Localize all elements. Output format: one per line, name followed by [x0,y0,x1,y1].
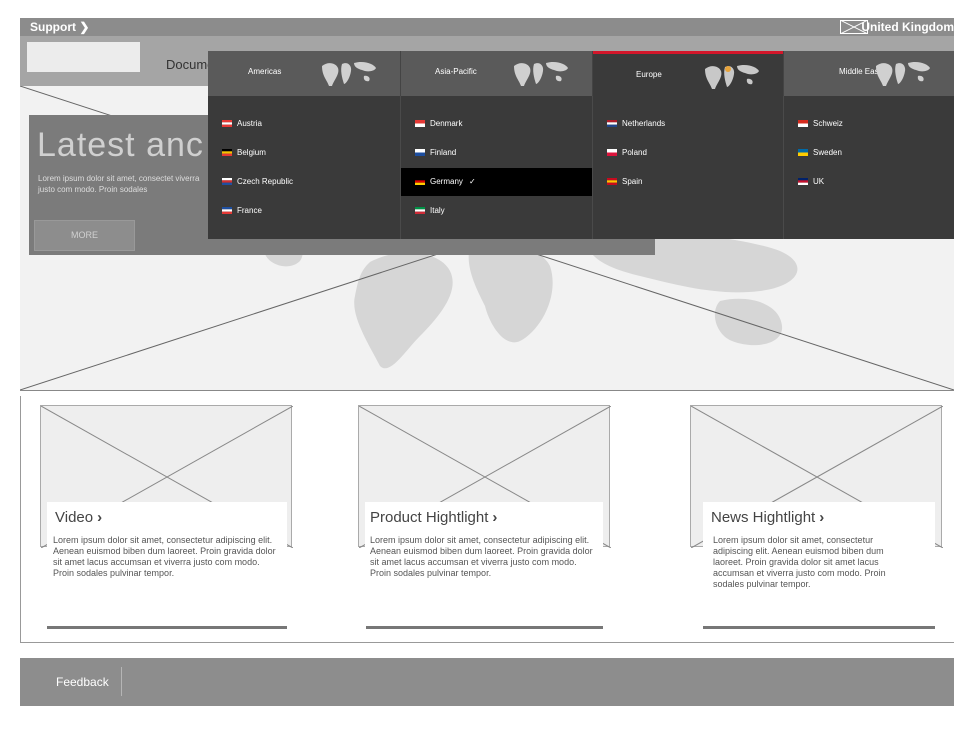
flag-icon [415,120,425,127]
country-label: Belgium [237,148,266,157]
country-label: France [237,206,262,215]
flag-icon [798,178,808,185]
top-bar [20,18,954,36]
check-icon: ✓ [469,177,476,186]
feedback-link[interactable]: Feedback [56,675,109,689]
world-map-icon [514,61,568,86]
country-item-poland[interactable]: Poland [593,139,783,167]
card-title: News Hightlight [711,509,816,526]
country-label: Denmark [430,119,463,128]
card-title-link[interactable]: Product Hightlight › [370,509,497,526]
flag-icon [798,149,808,156]
tab-asia-pacific[interactable]: Asia-Pacific [401,51,592,96]
flag-icon [415,149,425,156]
flag-icon [415,207,425,214]
country-label: Austria [237,119,262,128]
country-label: Italy [430,206,445,215]
flag-icon [222,178,232,185]
card-description: Lorem ipsum dolor sit amet, consectetur … [370,535,593,578]
card-title-link[interactable]: Video › [55,509,102,526]
country-label: Poland [622,148,647,157]
country-label: Czech Republic [237,177,294,186]
chevron-down-icon: ❯ [79,20,90,34]
card-title: Video [55,509,94,526]
country-item-germany[interactable]: Germany ✓ [401,168,592,196]
more-button[interactable]: MORE [34,220,135,251]
country-item-finland[interactable]: Finland [401,139,592,167]
flag-icon [222,149,232,156]
country-selector[interactable]: United Kingdom [861,20,954,34]
hero-title: Latest anc [37,126,204,164]
card-divider [366,626,603,629]
tab-divider [592,51,593,96]
card-title-link[interactable]: News Hightlight › [711,509,824,526]
card-description: Lorem ipsum dolor sit amet, consectetur … [713,535,886,589]
country-item-sweden[interactable]: Sweden [784,139,954,167]
country-item-uk[interactable]: UK [784,168,954,196]
card-divider [703,626,935,629]
country-item-france[interactable]: France [208,197,400,225]
card-title: Product Hightlight [370,509,489,526]
tab-americas[interactable]: Americas [208,51,400,96]
country-label: Netherlands [622,119,666,128]
card-description: Lorem ipsum dolor sit amet, consectetur … [53,535,276,578]
flag-icon [607,178,617,185]
world-map-icon [322,61,376,86]
card-divider [47,626,287,629]
country-label: Schweiz [813,119,843,128]
flag-icon [607,149,617,156]
country-item-czech-republic[interactable]: Czech Republic [208,168,400,196]
support-label: Support [30,20,76,34]
country-item-italy[interactable]: Italy [401,197,592,225]
chevron-right-icon: › [819,509,825,526]
flag-icon [222,120,232,127]
flag-icon [607,120,617,127]
tab-label: Americas [248,67,282,76]
world-map-icon [876,61,930,86]
tab-middle-east[interactable]: Middle East [784,51,954,96]
country-label: Sweden [813,148,842,157]
country-label: Spain [622,177,643,186]
flag-icon [415,178,425,185]
country-item-schweiz[interactable]: Schweiz [784,110,954,138]
footer [20,658,954,706]
country-label: Germany [430,177,463,186]
world-map-icon [705,64,759,89]
chevron-right-icon: › [492,509,498,526]
country-item-austria[interactable]: Austria [208,110,400,138]
chevron-right-icon: › [97,509,103,526]
tab-divider [783,51,784,96]
logo[interactable] [27,42,140,72]
country-item-netherlands[interactable]: Netherlands [593,110,783,138]
tab-label: Asia-Pacific [435,67,477,76]
flag-icon [798,120,808,127]
country-label: Finland [430,148,457,157]
flag-icon [222,207,232,214]
country-item-spain[interactable]: Spain [593,168,783,196]
tab-divider [400,51,401,96]
hero-text: Lorem ipsum dolor sit amet, consectet vi… [38,174,200,194]
tab-label: Europe [636,70,662,79]
country-label: UK [813,177,825,186]
country-item-belgium[interactable]: Belgium [208,139,400,167]
footer-divider [121,667,122,696]
country-item-denmark[interactable]: Denmark [401,110,592,138]
support-menu[interactable]: Support ❯ [30,20,89,34]
tab-europe[interactable]: Europe [593,51,783,96]
